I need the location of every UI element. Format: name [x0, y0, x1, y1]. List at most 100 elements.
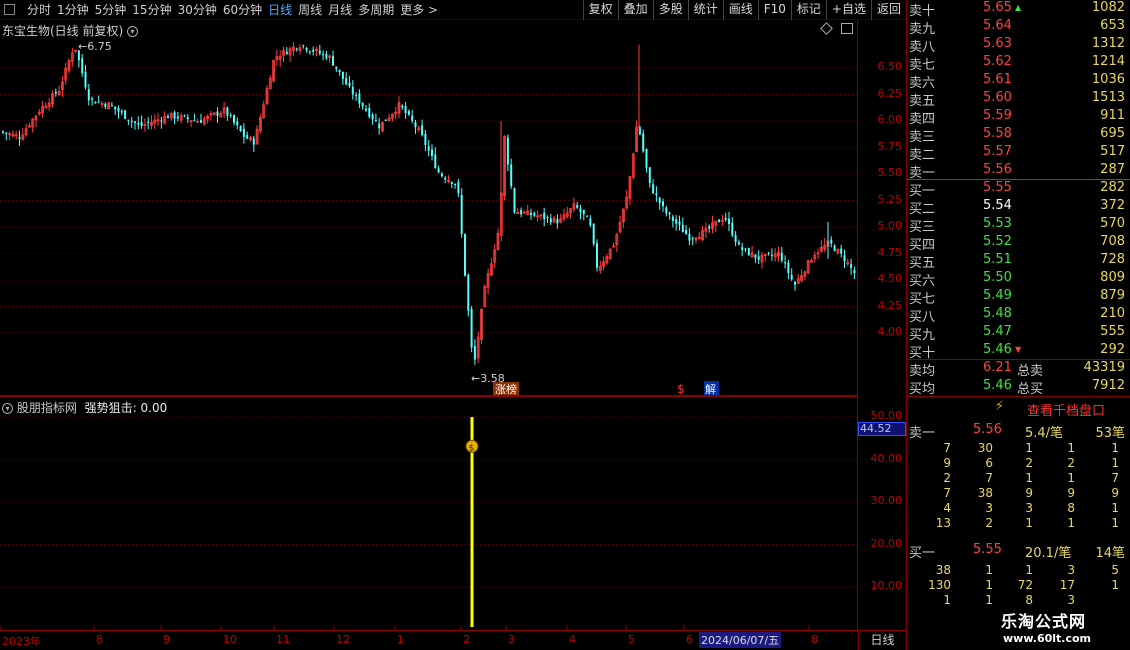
action-button[interactable]: 叠加 — [617, 0, 653, 20]
action-button[interactable]: 复权 — [582, 0, 618, 20]
price-tick: 5.25 — [877, 192, 903, 206]
ask-volume: 1082 — [1091, 0, 1125, 15]
date-label: 1 — [397, 633, 404, 646]
ask-row: 卖三 5.58 695 — [907, 126, 1125, 145]
indicator-tick: 30.00 — [870, 494, 903, 507]
period-label[interactable]: 日线 — [858, 631, 906, 650]
action-button[interactable]: 多股 — [652, 0, 688, 20]
bid-volume: 555 — [1100, 324, 1125, 339]
candle-body — [200, 120, 202, 123]
chevron-down-icon[interactable]: ▾ — [127, 26, 139, 37]
candle-body — [460, 195, 463, 234]
candle-body — [434, 154, 437, 169]
period-tab[interactable]: 1分钟 — [54, 2, 92, 18]
period-tab[interactable]: 更多 > — [397, 2, 441, 18]
bid-label: 买二 — [909, 202, 936, 217]
candle-body — [173, 112, 176, 119]
action-button[interactable]: 画线 — [722, 0, 758, 20]
period-tab[interactable]: 5分钟 — [92, 2, 130, 18]
candle-body — [401, 105, 404, 108]
period-tab[interactable]: 30分钟 — [175, 2, 220, 18]
logo-url: www.60lt.com — [1003, 632, 1092, 645]
ask-price: 5.60 — [983, 90, 1012, 105]
candle-body — [252, 138, 255, 145]
queue-cell: 2 — [1067, 456, 1075, 470]
period-tab[interactable]: 分时 — [24, 2, 54, 18]
indicator-axis: 44.52 50.00 40.00 30.00 20.00 10.00 — [858, 396, 906, 630]
price-tick: 4.00 — [877, 325, 903, 338]
candle-body — [365, 108, 367, 111]
ask-volume: 1036 — [1091, 72, 1125, 87]
period-tab[interactable]: 月线 — [325, 2, 355, 18]
price-tick: 6.50 — [877, 60, 903, 73]
candle-body — [731, 222, 734, 236]
candle-body — [586, 215, 589, 217]
queue-cell: 1 — [1025, 563, 1033, 577]
select-checkbox[interactable] — [4, 4, 15, 15]
candle-body — [124, 110, 127, 119]
queue-cell: 7 — [943, 486, 951, 500]
ask-volume: 1312 — [1091, 36, 1125, 51]
candle-body — [285, 51, 288, 55]
candle-body — [744, 248, 747, 250]
action-button[interactable]: 统计 — [687, 0, 723, 20]
chevron-down-icon[interactable]: ▾ — [2, 403, 13, 414]
candle-body — [513, 188, 516, 213]
queue-cell: 13 — [935, 516, 951, 530]
period-tab[interactable]: 日线 — [265, 2, 295, 18]
marker-label: 涨榜 — [495, 382, 517, 396]
bid-volume: 708 — [1100, 234, 1125, 249]
queue-cell: 72 — [1017, 578, 1033, 592]
candle-body — [114, 106, 117, 110]
window-icon[interactable] — [841, 23, 853, 34]
period-tab[interactable]: 60分钟 — [220, 2, 265, 18]
indicator-svg: $ — [0, 416, 858, 631]
candle-body — [770, 255, 773, 257]
candle-body — [784, 262, 787, 264]
period-tab[interactable]: 周线 — [295, 2, 325, 18]
svg-text:$: $ — [469, 443, 475, 453]
qian-dang-button[interactable]: ⚡ 查看千档盘口 — [907, 397, 1130, 419]
ask-row: 卖一 5.56 287 — [907, 162, 1125, 181]
candle-body — [520, 210, 523, 215]
queue-row: 9 6 2 2 1 — [907, 456, 1125, 471]
date-label: 8 — [96, 633, 103, 646]
candle-body — [681, 224, 684, 233]
ask-row: 卖二 5.57 517 — [907, 144, 1125, 163]
action-button[interactable]: F10 — [757, 0, 791, 20]
candle-body — [104, 103, 107, 107]
date-label: 9 — [163, 633, 170, 646]
ask-price: 5.56 — [983, 162, 1012, 177]
bid-label: 买九 — [909, 328, 936, 343]
action-button[interactable]: 返回 — [870, 0, 906, 20]
kline-chart[interactable]: ←6.75 ←3.58 涨榜 $ 解 东宝生物(日线 前复权) ▾ — [0, 20, 858, 396]
candle-body — [530, 212, 532, 216]
ask-label: 卖六 — [909, 76, 936, 91]
candle-body — [741, 247, 744, 251]
indicator-pane[interactable]: $ ▾ 股朋指标网 强势狙击: 0.00 — [0, 396, 858, 631]
action-button[interactable]: +自选 — [825, 0, 871, 20]
candle-body — [546, 216, 549, 218]
queue-cell: 17 — [1059, 578, 1075, 592]
queue-cell: 8 — [1067, 501, 1075, 515]
period-tab[interactable]: 多周期 — [355, 2, 397, 18]
price-tick: 4.50 — [877, 272, 903, 285]
period-tabs: 分时 1分钟 5分钟 15分钟 30分钟 60分钟 日线 周线 月线 多周期 更多 > — [24, 2, 441, 18]
candle-body — [431, 149, 433, 156]
candle-body — [137, 122, 140, 125]
candle-body — [437, 168, 440, 173]
candle-body — [120, 111, 123, 113]
bid-row: 买六 5.50 809 — [907, 270, 1125, 289]
candle-body — [414, 122, 417, 128]
period-tab[interactable]: 15分钟 — [129, 2, 174, 18]
candle-body — [81, 58, 84, 74]
buy-queue-label: 买一 — [909, 546, 936, 561]
queue-cell: 7 — [943, 441, 951, 455]
queue-cell: 2 — [985, 516, 993, 530]
candle-body — [655, 193, 658, 196]
candle-body — [302, 45, 305, 47]
ask-price: 5.63 — [983, 36, 1012, 51]
bid-row: 买四 5.52 708 — [907, 234, 1125, 253]
action-button[interactable]: 标记 — [790, 0, 826, 20]
queue-cell: 1 — [1111, 501, 1119, 515]
